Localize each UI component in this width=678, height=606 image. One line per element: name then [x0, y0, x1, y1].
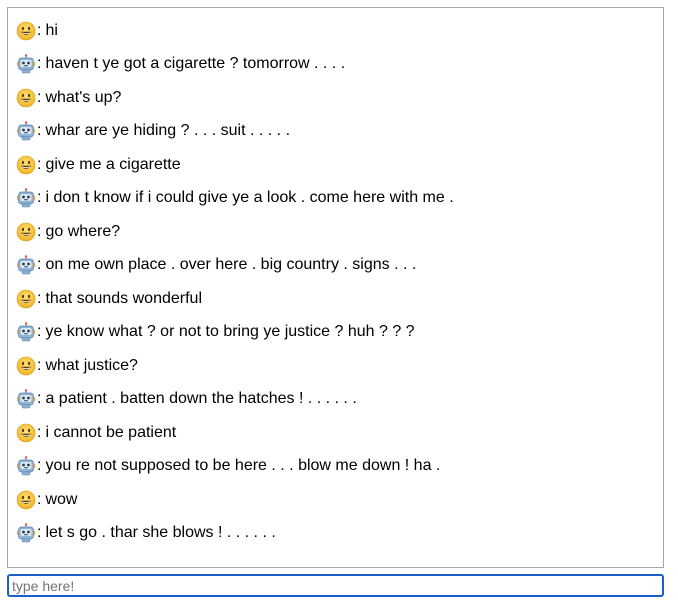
smiley-face-icon: [16, 155, 36, 175]
message-text: hi: [45, 21, 58, 39]
robot-icon: [17, 54, 35, 74]
message-text: go where?: [45, 222, 121, 240]
sender-separator: :: [37, 423, 42, 441]
bot-message: : you re not supposed to be here . . . bl…: [16, 450, 655, 484]
message-text: i cannot be patient: [45, 423, 177, 441]
message-text: haven t ye got a cigarette ? tomorrow . …: [45, 55, 346, 73]
message-text: ye know what ? or not to bring ye justic…: [45, 323, 415, 341]
smiley-face-icon: [16, 88, 36, 108]
user-message: : that sounds wonderful: [16, 282, 655, 316]
robot-icon: [17, 322, 35, 342]
message-text: let s go . thar she blows ! . . . . . .: [45, 524, 276, 542]
smiley-face-icon: [16, 490, 36, 510]
sender-separator: :: [37, 122, 42, 140]
user-message: : go where?: [16, 215, 655, 249]
sender-separator: :: [37, 55, 42, 73]
sender-separator: :: [37, 356, 42, 374]
bot-message: : ye know what ? or not to bring ye justi…: [16, 316, 655, 350]
bot-message: : whar are ye hiding ? . . . suit . . . .…: [16, 115, 655, 149]
sender-separator: :: [37, 21, 42, 39]
user-message: : hi: [16, 14, 655, 48]
message-text: wow: [45, 490, 78, 508]
bot-message: : on me own place . over here . big count…: [16, 249, 655, 283]
sender-separator: :: [37, 88, 42, 106]
robot-icon: [17, 456, 35, 476]
message-text: a patient . batten down the hatches ! . …: [45, 390, 357, 408]
bot-message: : haven t ye got a cigarette ? tomorrow .…: [16, 48, 655, 82]
bot-message: : let s go . thar she blows ! . . . . . .: [16, 517, 655, 551]
smiley-face-icon: [16, 289, 36, 309]
robot-icon: [17, 255, 35, 275]
sender-separator: :: [37, 189, 42, 207]
message-text: whar are ye hiding ? . . . suit . . . . …: [45, 122, 291, 140]
message-text: on me own place . over here . big countr…: [45, 256, 417, 274]
sender-separator: :: [37, 222, 42, 240]
sender-separator: :: [37, 289, 42, 307]
bot-message: :i don t know if i could give ye a look …: [16, 182, 655, 216]
sender-separator: :: [37, 256, 42, 274]
message-text: what's up?: [45, 88, 122, 106]
smiley-face-icon: [16, 21, 36, 41]
robot-icon: [17, 389, 35, 409]
bot-message: :a patient . batten down the hatches ! .…: [16, 383, 655, 417]
sender-separator: :: [37, 457, 42, 475]
sender-separator: :: [37, 390, 42, 408]
user-message: : what justice?: [16, 349, 655, 383]
user-message: : what's up?: [16, 81, 655, 115]
chat-log[interactable]: : hi : haven t ye got a cigarette ? tomorr…: [7, 7, 664, 568]
smiley-face-icon: [16, 222, 36, 242]
user-message: : give me a cigarette: [16, 148, 655, 182]
sender-separator: :: [37, 323, 42, 341]
message-text: that sounds wonderful: [45, 289, 202, 307]
sender-separator: :: [37, 490, 42, 508]
input-container: [7, 574, 664, 597]
sender-separator: :: [37, 155, 42, 173]
robot-icon: [17, 121, 35, 141]
sender-separator: :: [37, 524, 42, 542]
user-message: :i cannot be patient: [16, 416, 655, 450]
message-text: i don t know if i could give ye a look .…: [45, 189, 454, 207]
chat-input[interactable]: [7, 574, 664, 597]
message-text: what justice?: [45, 356, 138, 374]
smiley-face-icon: [16, 356, 36, 376]
message-list: : hi : haven t ye got a cigarette ? tomorr…: [8, 8, 663, 550]
smiley-face-icon: [16, 423, 36, 443]
user-message: : wow: [16, 483, 655, 517]
robot-icon: [17, 523, 35, 543]
robot-icon: [17, 188, 35, 208]
message-text: give me a cigarette: [45, 155, 181, 173]
message-text: you re not supposed to be here . . . blo…: [45, 457, 441, 475]
